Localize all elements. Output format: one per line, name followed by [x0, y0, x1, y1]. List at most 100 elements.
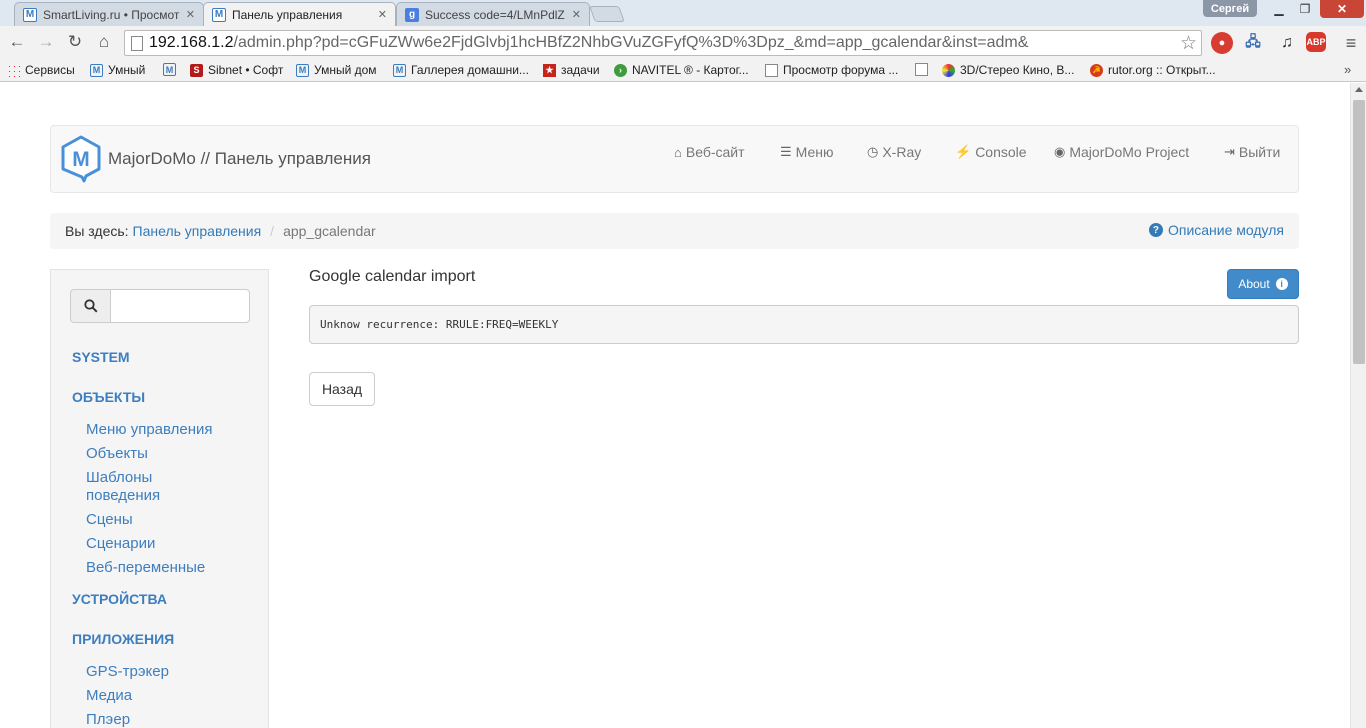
- logout-icon: ⇥: [1224, 144, 1235, 159]
- bookmark-services[interactable]: Сервисы: [7, 63, 75, 77]
- nav-console[interactable]: ⚡ Console: [955, 144, 1027, 160]
- majordomo-favicon-icon: M: [90, 63, 103, 77]
- bookmark-star-icon[interactable]: ☆: [1180, 32, 1197, 55]
- scrollbar-thumb[interactable]: [1353, 100, 1365, 364]
- sidebar-section-objects[interactable]: ОБЪЕКТЫ: [72, 389, 145, 405]
- extension-network-icon[interactable]: 🖧: [1242, 32, 1264, 54]
- home-icon: ⌂: [674, 144, 682, 160]
- nav-website[interactable]: ⌂ Веб-сайт: [674, 144, 745, 160]
- tab-title: Success code=4/LMnPdlZ: [425, 7, 565, 22]
- bookmark-smart-home[interactable]: M Умный дом: [296, 63, 377, 77]
- sidebar-item-web-variables[interactable]: Веб-переменные: [86, 559, 236, 577]
- page-icon: [915, 63, 928, 76]
- nav-logout[interactable]: ⇥ Выйти: [1224, 144, 1280, 160]
- sidebar-item-scripts[interactable]: Сценарии: [86, 535, 236, 553]
- sidebar-item-media[interactable]: Медиа: [86, 687, 236, 705]
- bookmark-gallery[interactable]: M Галлерея домашни...: [393, 63, 529, 77]
- module-title: Google calendar import: [309, 268, 476, 285]
- 3d-icon: [942, 63, 955, 77]
- sidebar-section-system[interactable]: SYSTEM: [72, 349, 130, 365]
- extension-music-icon[interactable]: ♫: [1276, 32, 1298, 54]
- nav-label: Веб-сайт: [685, 144, 745, 160]
- page-scrollbar[interactable]: [1350, 83, 1366, 728]
- tab-success-code[interactable]: g Success code=4/LMnPdlZ ✕: [396, 2, 590, 26]
- reload-icon[interactable]: ↻: [64, 31, 86, 53]
- bolt-icon: ⚡: [955, 144, 972, 159]
- tab-title: SmartLiving.ru • Просмот: [43, 7, 180, 22]
- bookmarks-bar: Сервисы M Умный M S Sibnet • Софт M Умный д…: [0, 60, 1366, 82]
- info-icon: i: [1275, 278, 1288, 290]
- back-button[interactable]: Назад: [309, 372, 375, 406]
- nav-xray[interactable]: ◷ X-Ray: [867, 144, 921, 160]
- sidebar-item-behavior-templates[interactable]: Шаблоны поведения: [86, 469, 206, 505]
- sidebar-item-player[interactable]: Плэер: [86, 711, 236, 728]
- bookmark-m[interactable]: M: [163, 63, 181, 76]
- home-icon[interactable]: ⌂: [93, 31, 115, 53]
- tab-smartliving[interactable]: M SmartLiving.ru • Просмот ✕: [14, 2, 204, 26]
- back-arrow-icon[interactable]: ←: [6, 31, 28, 53]
- maximize-icon[interactable]: ❐: [1292, 0, 1318, 18]
- list-icon: ☰: [780, 144, 792, 159]
- tab-close-icon[interactable]: ✕: [378, 8, 387, 21]
- chrome-menu-icon[interactable]: ≡: [1340, 32, 1362, 54]
- bookmark-label: задачи: [561, 63, 600, 77]
- tab-title: Панель управления: [232, 7, 343, 22]
- bookmark-smart[interactable]: M Умный: [90, 63, 145, 77]
- about-button[interactable]: About i: [1227, 269, 1299, 299]
- majordomo-logo-icon[interactable]: M: [60, 135, 102, 183]
- bookmark-forum[interactable]: Просмотр форума ...: [765, 63, 898, 77]
- majordomo-favicon-icon: M: [296, 63, 309, 77]
- bookmarks-more-icon[interactable]: »: [1344, 62, 1351, 77]
- majordomo-favicon-icon: M: [23, 7, 37, 22]
- search-input[interactable]: [110, 289, 250, 323]
- sidebar-item-control-menu[interactable]: Меню управления: [86, 421, 236, 439]
- bookmark-label: 3D/Стерео Кино, В...: [960, 63, 1075, 77]
- url-host: 192.168.1.2: [149, 34, 234, 51]
- scroll-up-arrow-icon[interactable]: [1355, 87, 1363, 92]
- star-bookmark-icon: ★: [543, 63, 556, 77]
- bookmark-label: Умный дом: [314, 63, 377, 77]
- navitel-icon: ›: [614, 63, 627, 77]
- sidebar-section-applications[interactable]: ПРИЛОЖЕНИЯ: [72, 631, 174, 647]
- adblock-icon[interactable]: ABP: [1306, 32, 1326, 52]
- search-button[interactable]: [70, 289, 110, 323]
- nav-menu[interactable]: ☰ Меню: [780, 144, 834, 160]
- minimize-icon[interactable]: ▁: [1266, 0, 1292, 18]
- breadcrumb-current: app_gcalendar: [283, 223, 376, 239]
- bookmark-sibnet[interactable]: S Sibnet • Софт: [190, 63, 283, 77]
- tab-close-icon[interactable]: ✕: [186, 8, 195, 21]
- majordomo-favicon-icon: M: [212, 7, 226, 22]
- sibnet-icon: S: [190, 63, 203, 77]
- search-icon: [83, 299, 98, 313]
- sidebar-search: [70, 289, 250, 323]
- bookmark-label: Sibnet • Софт: [208, 63, 284, 77]
- breadcrumb-link-control-panel[interactable]: Панель управления: [133, 223, 262, 239]
- url-path: /admin.php?pd=cGFuZWw6e2FjdGlvbj1hcHBfZ2…: [233, 34, 1029, 51]
- brand-title[interactable]: MajorDoMo // Панель управления: [108, 149, 371, 169]
- sidebar-item-scenes[interactable]: Сцены: [86, 511, 236, 529]
- sidebar-section-devices[interactable]: УСТРОЙСТВА: [72, 591, 167, 607]
- address-bar[interactable]: 192.168.1.2/admin.php?pd=cGFuZWw6e2FjdGl…: [124, 30, 1202, 56]
- profile-button[interactable]: Сергей: [1203, 0, 1257, 17]
- tab-close-icon[interactable]: ✕: [572, 8, 581, 21]
- clock-icon: ◷: [867, 144, 879, 159]
- bookmark-rutor[interactable]: ☭ rutor.org :: Открыт...: [1090, 63, 1216, 77]
- bookmark-3d-kino[interactable]: 3D/Стерео Кино, В...: [942, 63, 1074, 77]
- close-window-icon[interactable]: ✕: [1320, 0, 1364, 18]
- bookmark-page[interactable]: [915, 63, 933, 76]
- extension-red-icon[interactable]: ●: [1211, 32, 1233, 54]
- sidebar-item-gps-tracker[interactable]: GPS-трэкер: [86, 663, 236, 681]
- bookmark-tasks[interactable]: ★ задачи: [543, 63, 600, 77]
- module-description-link[interactable]: ? Описание модуля: [1148, 222, 1284, 238]
- bookmark-navitel[interactable]: › NAVITEL ® - Картог...: [614, 63, 749, 77]
- tab-control-panel[interactable]: M Панель управления ✕: [203, 2, 396, 26]
- bookmark-label: rutor.org :: Открыт...: [1108, 63, 1216, 77]
- nav-label: Console: [975, 144, 1027, 160]
- forward-arrow-icon[interactable]: →: [35, 31, 57, 53]
- nav-majordomo-project[interactable]: ◉ MajorDoMo Project: [1054, 144, 1189, 160]
- breadcrumb-prefix: Вы здесь:: [65, 223, 129, 239]
- nav-label: Выйти: [1238, 144, 1281, 160]
- sidebar-item-objects[interactable]: Объекты: [86, 445, 236, 463]
- new-tab-button[interactable]: [589, 6, 625, 22]
- breadcrumb-separator: /: [270, 223, 275, 239]
